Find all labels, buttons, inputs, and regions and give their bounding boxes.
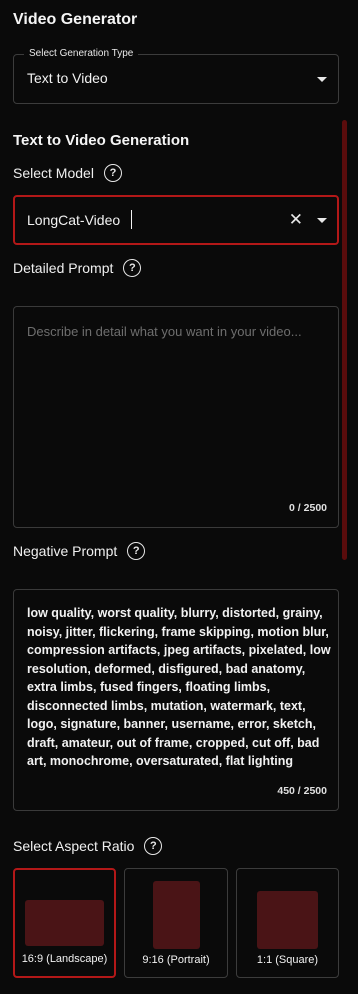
negative-prompt-textarea[interactable]: low quality, worst quality, blurry, dist… <box>13 589 339 811</box>
aspect-ratio-option-portrait[interactable]: 9:16 (Portrait) <box>124 868 228 978</box>
select-model-label: Select Model <box>13 165 94 181</box>
help-icon[interactable]: ? <box>103 164 122 182</box>
landscape-shape-icon <box>25 900 104 946</box>
generation-type-select[interactable]: Select Generation Type Text to Video <box>13 48 339 104</box>
negative-prompt-text: low quality, worst quality, blurry, dist… <box>27 606 331 768</box>
aspect-ratio-option-landscape[interactable]: 16:9 (Landscape) <box>13 868 116 978</box>
portrait-shape-icon <box>153 881 200 949</box>
app-title: Video Generator <box>13 11 138 28</box>
aspect-ratio-option-square[interactable]: 1:1 (Square) <box>236 868 339 978</box>
square-shape-icon <box>257 891 318 949</box>
aspect-ratio-option-label: 16:9 (Landscape) <box>21 953 108 965</box>
select-model-label-row: Select Model ? <box>13 164 122 182</box>
aspect-ratio-label: Select Aspect Ratio <box>13 838 135 854</box>
chevron-down-icon[interactable] <box>317 218 327 223</box>
help-icon[interactable]: ? <box>123 259 142 277</box>
help-icon[interactable]: ? <box>144 837 163 855</box>
detailed-prompt-label: Detailed Prompt <box>13 260 114 276</box>
model-select-input[interactable]: LongCat-Video ✕ <box>13 195 339 245</box>
generation-type-legend: Select Generation Type <box>24 48 139 59</box>
detailed-prompt-placeholder: Describe in detail what you want in your… <box>27 324 302 339</box>
negative-prompt-label: Negative Prompt <box>13 543 118 559</box>
close-icon[interactable]: ✕ <box>289 211 303 228</box>
video-generator-panel: Video Generator Select Generation Type T… <box>0 0 358 994</box>
detailed-prompt-counter: 0 / 2500 <box>289 502 327 514</box>
detailed-prompt-textarea[interactable]: Describe in detail what you want in your… <box>13 306 339 528</box>
generation-type-value: Text to Video <box>27 70 108 86</box>
model-value: LongCat-Video <box>27 212 121 228</box>
help-icon[interactable]: ? <box>127 542 146 560</box>
chevron-down-icon[interactable] <box>317 77 327 82</box>
aspect-ratio-option-label: 1:1 (Square) <box>256 954 319 966</box>
aspect-ratio-option-label: 9:16 (Portrait) <box>142 954 210 966</box>
negative-prompt-counter: 450 / 2500 <box>277 785 327 797</box>
section-title: Text to Video Generation <box>13 132 190 149</box>
aspect-ratio-label-row: Select Aspect Ratio ? <box>13 837 163 855</box>
detailed-prompt-label-row: Detailed Prompt ? <box>13 259 142 277</box>
negative-prompt-label-row: Negative Prompt ? <box>13 542 146 560</box>
text-cursor <box>131 210 132 229</box>
scrollbar[interactable] <box>342 120 347 560</box>
